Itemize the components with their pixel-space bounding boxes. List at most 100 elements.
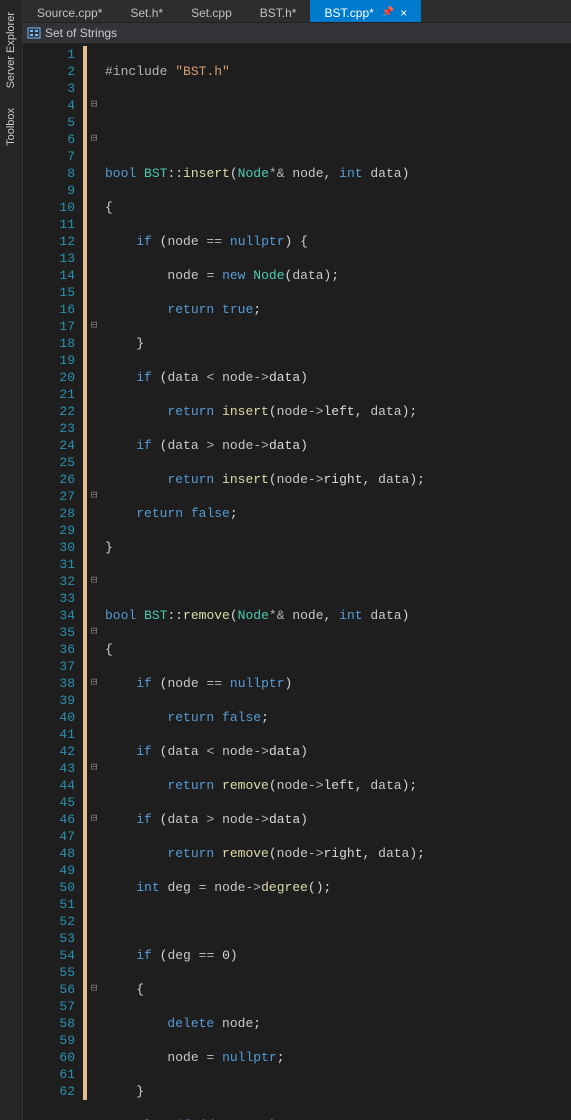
line-number: 12 — [23, 233, 75, 250]
line-number: 19 — [23, 352, 75, 369]
line-number: 3 — [23, 80, 75, 97]
fold-toggle — [87, 403, 101, 420]
line-number: 18 — [23, 335, 75, 352]
line-number: 33 — [23, 590, 75, 607]
fold-toggle — [87, 794, 101, 811]
tab-set-cpp[interactable]: Set.cpp — [177, 0, 246, 22]
fold-toggle — [87, 862, 101, 879]
fold-toggle — [87, 777, 101, 794]
breadcrumb-label: Set of Strings — [45, 26, 117, 40]
fold-toggle — [87, 267, 101, 284]
fold-toggle[interactable]: ⊟ — [87, 811, 101, 828]
line-number: 4 — [23, 97, 75, 114]
fold-toggle — [87, 709, 101, 726]
fold-toggle — [87, 1049, 101, 1066]
fold-toggle — [87, 828, 101, 845]
fold-toggle — [87, 1066, 101, 1083]
line-number: 58 — [23, 1015, 75, 1032]
tab-bst-h[interactable]: BST.h* — [246, 0, 311, 22]
line-number: 26 — [23, 471, 75, 488]
line-number: 48 — [23, 845, 75, 862]
fold-toggle — [87, 505, 101, 522]
line-number: 54 — [23, 947, 75, 964]
tab-bar: Source.cpp* Set.h* Set.cpp BST.h* BST.cp… — [23, 0, 571, 22]
fold-column[interactable]: ⊟ ⊟ ⊟ ⊟ ⊟ ⊟ ⊟ ⊟ ⊟ ⊟ — [87, 44, 101, 1120]
close-icon[interactable]: × — [400, 6, 407, 20]
tab-bst-cpp[interactable]: BST.cpp* 📌 × — [310, 0, 421, 22]
line-number: 2 — [23, 63, 75, 80]
main-area: Source.cpp* Set.h* Set.cpp BST.h* BST.cp… — [23, 0, 571, 1120]
line-number: 50 — [23, 879, 75, 896]
sidebar-tab-toolbox[interactable]: Toolbox — [3, 102, 19, 152]
fold-toggle — [87, 930, 101, 947]
line-number: 53 — [23, 930, 75, 947]
fold-toggle — [87, 80, 101, 97]
fold-toggle[interactable]: ⊟ — [87, 981, 101, 998]
line-number: 30 — [23, 539, 75, 556]
line-number: 62 — [23, 1083, 75, 1100]
fold-toggle[interactable]: ⊟ — [87, 675, 101, 692]
fold-toggle[interactable]: ⊟ — [87, 488, 101, 505]
fold-toggle — [87, 1032, 101, 1049]
fold-toggle — [87, 335, 101, 352]
line-number: 23 — [23, 420, 75, 437]
code-editor[interactable]: 1234567891011121314151617181920212223242… — [23, 44, 571, 1120]
fold-toggle — [87, 199, 101, 216]
line-number: 24 — [23, 437, 75, 454]
fold-toggle — [87, 114, 101, 131]
fold-toggle — [87, 998, 101, 1015]
line-number: 17 — [23, 318, 75, 335]
line-number: 10 — [23, 199, 75, 216]
fold-toggle[interactable]: ⊟ — [87, 760, 101, 777]
fold-toggle — [87, 1015, 101, 1032]
line-number: 39 — [23, 692, 75, 709]
fold-toggle — [87, 845, 101, 862]
line-number: 15 — [23, 284, 75, 301]
line-number: 52 — [23, 913, 75, 930]
line-number: 31 — [23, 556, 75, 573]
fold-toggle[interactable]: ⊟ — [87, 573, 101, 590]
fold-toggle[interactable]: ⊟ — [87, 97, 101, 114]
fold-toggle[interactable]: ⊟ — [87, 318, 101, 335]
fold-toggle — [87, 63, 101, 80]
fold-toggle — [87, 165, 101, 182]
fold-toggle — [87, 284, 101, 301]
fold-toggle — [87, 641, 101, 658]
line-number: 55 — [23, 964, 75, 981]
pin-icon[interactable]: 📌 — [382, 7, 394, 18]
fold-toggle — [87, 454, 101, 471]
fold-toggle — [87, 352, 101, 369]
tab-source-cpp[interactable]: Source.cpp* — [23, 0, 116, 22]
module-icon — [27, 26, 41, 40]
fold-toggle[interactable]: ⊟ — [87, 624, 101, 641]
line-number: 5 — [23, 114, 75, 131]
fold-toggle — [87, 964, 101, 981]
line-number: 40 — [23, 709, 75, 726]
line-number: 56 — [23, 981, 75, 998]
line-number: 47 — [23, 828, 75, 845]
fold-toggle — [87, 216, 101, 233]
line-number: 14 — [23, 267, 75, 284]
fold-toggle — [87, 692, 101, 709]
line-number: 20 — [23, 369, 75, 386]
line-number: 46 — [23, 811, 75, 828]
fold-toggle — [87, 182, 101, 199]
tab-set-h[interactable]: Set.h* — [116, 0, 177, 22]
breadcrumb[interactable]: Set of Strings — [23, 22, 571, 44]
line-number: 32 — [23, 573, 75, 590]
line-number: 7 — [23, 148, 75, 165]
fold-toggle — [87, 947, 101, 964]
line-number: 61 — [23, 1066, 75, 1083]
line-number: 8 — [23, 165, 75, 182]
fold-toggle — [87, 420, 101, 437]
line-number: 13 — [23, 250, 75, 267]
fold-toggle[interactable]: ⊟ — [87, 131, 101, 148]
sidebar-tab-server-explorer[interactable]: Server Explorer — [3, 6, 19, 94]
code-content[interactable]: #include "BST.h" bool BST::insert(Node*&… — [101, 44, 571, 1120]
line-number: 29 — [23, 522, 75, 539]
line-number: 11 — [23, 216, 75, 233]
fold-toggle — [87, 301, 101, 318]
line-number: 34 — [23, 607, 75, 624]
line-number: 45 — [23, 794, 75, 811]
line-number: 41 — [23, 726, 75, 743]
